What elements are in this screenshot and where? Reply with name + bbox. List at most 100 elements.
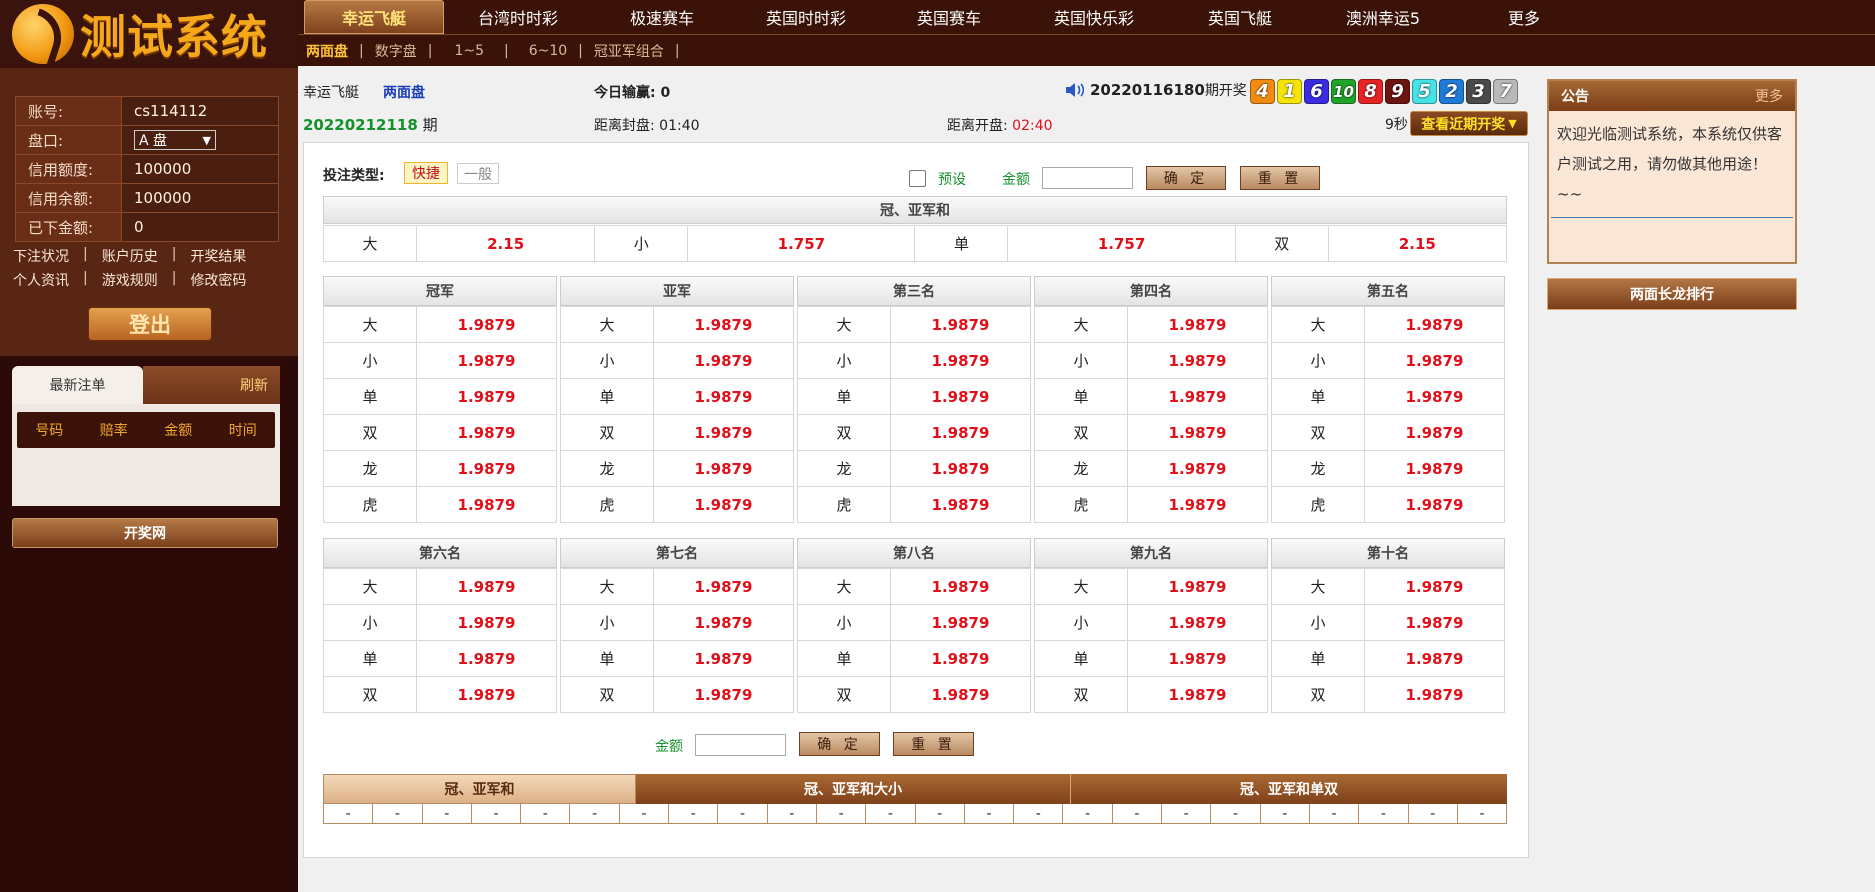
link-personal-info[interactable]: 个人资讯 [13,270,69,290]
bet-option-label[interactable]: 双 [560,676,654,713]
bet-option-label[interactable]: 小 [323,604,417,641]
bet-option-odds[interactable]: 1.9879 [653,342,794,379]
bet-option-odds[interactable]: 1.9879 [1364,486,1505,523]
market-select[interactable]: A 盘 ▼ [134,130,216,150]
bet-option-label[interactable]: 小 [323,342,417,379]
bet-option-odds[interactable]: 1.9879 [1127,378,1268,415]
link-change-password[interactable]: 修改密码 [190,270,246,290]
guanya-even-odds[interactable]: 2.15 [1327,225,1508,262]
bet-option-label[interactable]: 大 [560,568,654,605]
bet-option-label[interactable]: 双 [560,414,654,451]
bet-option-odds[interactable]: 1.9879 [1127,568,1268,605]
bet-option-odds[interactable]: 1.9879 [653,306,794,343]
bet-option-odds[interactable]: 1.9879 [416,604,557,641]
bet-option-label[interactable]: 小 [560,342,654,379]
bet-option-label[interactable]: 大 [797,568,891,605]
bet-option-label[interactable]: 双 [797,414,891,451]
bet-option-label[interactable]: 单 [797,640,891,677]
bet-option-label[interactable]: 虎 [1034,486,1128,523]
bet-option-odds[interactable]: 1.9879 [416,342,557,379]
bet-type-normal-button[interactable]: 一般 [457,163,499,184]
tab-aozhou-xingyun5[interactable]: 澳洲幸运5 [1310,0,1456,34]
bet-option-label[interactable]: 大 [323,306,417,343]
bet-option-odds[interactable]: 1.9879 [1364,342,1505,379]
bet-option-odds[interactable]: 1.9879 [890,342,1031,379]
confirm-button-top[interactable]: 确 定 [1146,166,1226,190]
bet-option-label[interactable]: 双 [1034,676,1128,713]
notice-more-link[interactable]: 更多 [1755,86,1783,106]
bet-option-odds[interactable]: 1.9879 [890,568,1031,605]
amount-input-top[interactable] [1042,167,1133,189]
bet-option-odds[interactable]: 1.9879 [890,604,1031,641]
bet-option-label[interactable]: 龙 [797,450,891,487]
bet-option-odds[interactable]: 1.9879 [1127,640,1268,677]
bet-option-label[interactable]: 双 [323,676,417,713]
speaker-icon[interactable] [1064,80,1086,100]
subtab-liangmian[interactable]: 两面盘 [306,41,348,61]
bet-option-label[interactable]: 单 [1271,640,1365,677]
bet-option-label[interactable]: 双 [323,414,417,451]
confirm-button-bottom[interactable]: 确 定 [799,732,880,756]
bet-option-label[interactable]: 小 [1034,604,1128,641]
reset-button-bottom[interactable]: 重 置 [893,732,974,756]
bet-option-odds[interactable]: 1.9879 [653,378,794,415]
tab-stat-sum-bigsmall[interactable]: 冠、亚军和大小 [636,774,1071,804]
subtab-shuzi[interactable]: 数字盘 [375,41,417,61]
bet-option-odds[interactable]: 1.9879 [1364,414,1505,451]
bet-option-odds[interactable]: 1.9879 [1364,450,1505,487]
bet-option-label[interactable]: 龙 [1034,450,1128,487]
bet-option-odds[interactable]: 1.9879 [653,568,794,605]
guanya-big-odds[interactable]: 2.15 [415,225,596,262]
bet-option-label[interactable]: 单 [1034,378,1128,415]
tab-xingyun-feiting[interactable]: 幸运飞艇 [304,0,444,34]
tab-stat-sum-oddeven[interactable]: 冠、亚军和单双 [1071,774,1507,804]
link-game-rules[interactable]: 游戏规则 [102,270,158,290]
bet-option-odds[interactable]: 1.9879 [653,414,794,451]
bet-option-label[interactable]: 大 [1034,568,1128,605]
preset-checkbox[interactable] [909,170,926,187]
bet-option-odds[interactable]: 1.9879 [890,378,1031,415]
bet-option-label[interactable]: 单 [323,640,417,677]
bet-option-odds[interactable]: 1.9879 [1127,676,1268,713]
tab-jisu-saiche[interactable]: 极速赛车 [592,0,732,34]
bet-option-label[interactable]: 大 [1271,568,1365,605]
bet-option-odds[interactable]: 1.9879 [416,414,557,451]
bet-option-label[interactable]: 虎 [560,486,654,523]
bet-option-odds[interactable]: 1.9879 [890,414,1031,451]
bet-option-odds[interactable]: 1.9879 [890,676,1031,713]
bet-option-label[interactable]: 双 [1271,414,1365,451]
link-bet-status[interactable]: 下注状况 [13,246,69,266]
bet-option-odds[interactable]: 1.9879 [416,676,557,713]
bet-option-odds[interactable]: 1.9879 [653,676,794,713]
bet-option-label[interactable]: 单 [797,378,891,415]
tab-stat-sum[interactable]: 冠、亚军和 [323,774,636,804]
bet-option-label[interactable]: 双 [1034,414,1128,451]
bet-option-label[interactable]: 大 [1271,306,1365,343]
bet-option-odds[interactable]: 1.9879 [416,378,557,415]
tab-recent-bets[interactable]: 最新注单 [12,366,143,404]
subtab-guanya-combo[interactable]: 冠亚军组合 [594,41,664,61]
bet-type-fast-button[interactable]: 快捷 [404,162,448,184]
bet-option-odds[interactable]: 1.9879 [416,568,557,605]
tab-taiwan-shishicai[interactable]: 台湾时时彩 [444,0,592,34]
bet-option-label[interactable]: 单 [560,378,654,415]
bet-option-odds[interactable]: 1.9879 [1364,378,1505,415]
bet-option-odds[interactable]: 1.9879 [1364,568,1505,605]
bet-option-odds[interactable]: 1.9879 [1364,604,1505,641]
bet-option-label[interactable]: 大 [1034,306,1128,343]
bet-option-odds[interactable]: 1.9879 [416,306,557,343]
guanya-small-label[interactable]: 小 [594,225,689,262]
bet-option-odds[interactable]: 1.9879 [416,486,557,523]
bet-option-odds[interactable]: 1.9879 [1127,604,1268,641]
bet-option-label[interactable]: 龙 [1271,450,1365,487]
bet-option-label[interactable]: 小 [560,604,654,641]
guanya-even-label[interactable]: 双 [1234,225,1329,262]
bet-option-label[interactable]: 大 [797,306,891,343]
bet-option-label[interactable]: 龙 [560,450,654,487]
bet-option-odds[interactable]: 1.9879 [653,604,794,641]
bet-option-label[interactable]: 虎 [1271,486,1365,523]
link-draw-results[interactable]: 开奖结果 [190,246,246,266]
amount-input-bottom[interactable] [695,734,786,756]
bet-option-label[interactable]: 小 [1034,342,1128,379]
tab-uk-shishicai[interactable]: 英国时时彩 [732,0,880,34]
